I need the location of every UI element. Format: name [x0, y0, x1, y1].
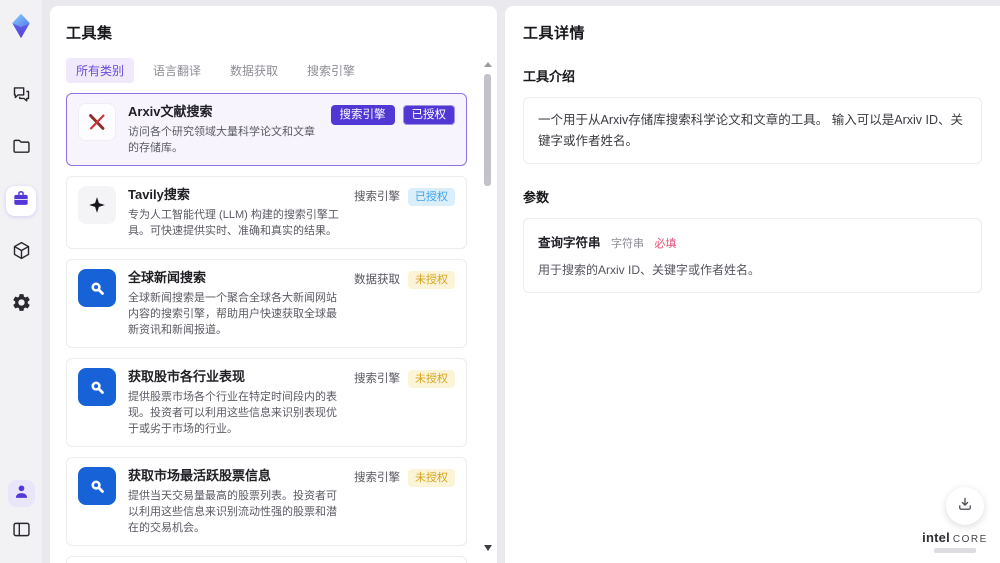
scrollbar-up-arrow-icon[interactable] [483, 58, 492, 67]
intel-wordmark: intel [922, 530, 950, 545]
tab-data-acquisition[interactable]: 数据获取 [220, 58, 288, 83]
download-button[interactable] [946, 487, 984, 525]
auth-status-badge: 未授权 [408, 469, 455, 487]
parameter-header: 查询字符串 字符串 必填 [538, 232, 967, 252]
tool-title: 获取市场最活跃股票信息 [128, 468, 272, 483]
rail-nav [6, 82, 36, 320]
category-label: 搜索引擎 [354, 373, 400, 385]
tab-language-translation[interactable]: 语言翻译 [143, 58, 211, 83]
download-icon [956, 495, 974, 518]
app-logo-icon [7, 12, 35, 40]
tool-card-global-news[interactable]: 全球新闻搜索 全球新闻搜索是一个聚合全球各大新闻网站内容的搜索引擎，帮助用户快速… [66, 259, 467, 348]
tool-card-arxiv[interactable]: Arxiv文献搜索 访问各个研究领域大量科学论文和文章的存储库。 搜索引擎 已授… [66, 93, 467, 166]
tool-description: 全球新闻搜索是一个聚合全球各大新闻网站内容的搜索引擎，帮助用户快速获取全球最新资… [128, 292, 337, 336]
tab-all-categories[interactable]: 所有类别 [66, 58, 135, 83]
auth-status-badge: 未授权 [408, 370, 455, 388]
parameter-description: 用于搜索的Arxiv ID、关键字或作者姓名。 [538, 263, 761, 278]
category-badge: 搜索引擎 [330, 105, 395, 125]
tool-description: 专为人工智能代理 (LLM) 构建的搜索引擎工具。可快速提供实时、准确和真实的结… [128, 209, 339, 237]
tool-title: Arxiv文献搜索 [128, 104, 213, 119]
auth-status-badge: 未授权 [408, 271, 455, 289]
tool-card-list: Arxiv文献搜索 访问各个研究领域大量科学论文和文章的存储库。 搜索引擎 已授… [66, 93, 481, 563]
page-title: 工具集 [66, 25, 113, 42]
panel-toggle-icon [11, 519, 32, 545]
tool-card-stock-sectors[interactable]: 获取股市各行业表现 提供股票市场各个行业在特定时间段内的表现。投资者可以利用这些… [66, 358, 467, 447]
tab-search-engine[interactable]: 搜索引擎 [297, 58, 365, 83]
packages-nav-item[interactable] [6, 238, 36, 268]
category-label: 搜索引擎 [354, 472, 400, 484]
tool-title: Tavily搜索 [128, 187, 190, 202]
stock-search-app-icon [78, 467, 116, 505]
briefcase-icon [11, 189, 31, 214]
tool-description: 提供股票市场各个行业在特定时间段内的表现。投资者可以利用这些信息来识别表现优于或… [128, 391, 337, 435]
news-search-app-icon [78, 269, 116, 307]
stock-search-app-icon [78, 368, 116, 406]
cube-icon [11, 240, 32, 266]
auth-status-badge: 已授权 [402, 105, 455, 125]
tavily-star-icon [78, 186, 116, 224]
parameter-item: 查询字符串 字符串 必填 用于搜索的Arxiv ID、关键字或作者姓名。 [523, 218, 982, 294]
folder-icon [11, 136, 32, 162]
tool-title: 全球新闻搜索 [128, 270, 207, 285]
category-tabs: 所有类别 语言翻译 数据获取 搜索引擎 [66, 58, 481, 83]
gear-icon [11, 292, 32, 318]
settings-nav-item[interactable] [6, 290, 36, 320]
tool-detail-panel: 工具详情 工具介绍 一个用于从Arxiv存储库搜索科学论文和文章的工具。 输入可… [505, 6, 1000, 563]
parameter-required-flag: 必填 [654, 238, 677, 251]
tool-intro-text: 一个用于从Arxiv存储库搜索科学论文和文章的工具。 输入可以是Arxiv ID… [523, 97, 982, 165]
tool-title: 获取股市各行业表现 [128, 369, 246, 384]
intel-core-logo: intel CORE [922, 530, 988, 553]
parameter-type: 字符串 [610, 238, 644, 251]
user-icon [12, 482, 31, 506]
list-scrollbar[interactable] [483, 58, 492, 555]
auth-status-badge: 已授权 [408, 188, 455, 206]
intro-heading: 工具介绍 [523, 69, 576, 84]
tools-nav-item[interactable] [6, 186, 36, 216]
collapse-sidebar-item[interactable] [6, 517, 36, 547]
params-heading: 参数 [523, 190, 550, 206]
tool-card-active-stocks[interactable]: 获取市场最活跃股票信息 提供当天交易量最高的股票列表。投资者可以利用这些信息来识… [66, 457, 467, 546]
category-label: 数据获取 [354, 274, 400, 286]
files-nav-item[interactable] [6, 134, 36, 164]
category-label: 搜索引擎 [354, 191, 400, 203]
tool-card-tavily[interactable]: Tavily搜索 专为人工智能代理 (LLM) 构建的搜索引擎工具。可快速提供实… [66, 176, 467, 249]
left-rail [0, 0, 42, 563]
tools-panel: 工具集 所有类别 语言翻译 数据获取 搜索引擎 Arxiv文献搜索 访问各个研究… [50, 6, 497, 563]
core-wordmark: CORE [952, 534, 988, 545]
scrollbar-thumb[interactable] [484, 74, 491, 186]
chat-nav-item[interactable] [6, 82, 36, 112]
tool-card-regional-news[interactable]: 万维地区新闻查询 查询具体行政区划内的新闻，快速了解各地新闻动 搜索引擎 未授权 [66, 556, 467, 563]
detail-title: 工具详情 [523, 25, 586, 42]
rail-bottom [6, 480, 36, 547]
tool-description: 提供当天交易量最高的股票列表。投资者可以利用这些信息来识别流动性强的股票和潜在的… [128, 490, 337, 534]
app-window: 工具集 所有类别 语言翻译 数据获取 搜索引擎 Arxiv文献搜索 访问各个研究… [0, 0, 1000, 563]
profile-nav-item[interactable] [7, 480, 35, 507]
chat-icon [11, 84, 32, 110]
scrollbar-down-arrow-icon[interactable] [483, 545, 492, 555]
parameter-name: 查询字符串 [538, 236, 601, 251]
arxiv-logo-icon [78, 103, 116, 141]
tool-description: 访问各个研究领域大量科学论文和文章的存储库。 [128, 126, 315, 154]
brand-subbar [934, 548, 976, 553]
